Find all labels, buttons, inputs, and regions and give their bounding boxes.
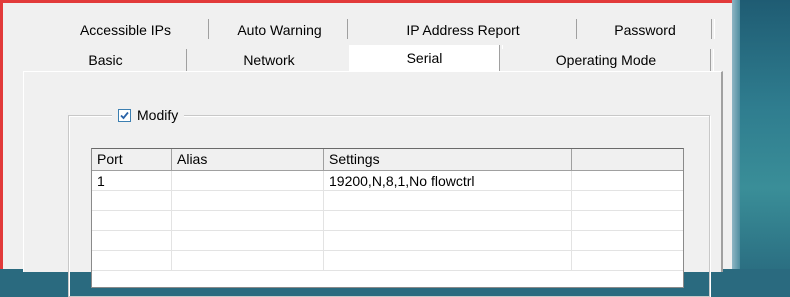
column-header-extra[interactable] [572,149,683,171]
table-cell-settings[interactable]: 19200,N,8,1,No flowctrl [324,171,572,191]
tab-accessible-ips[interactable]: Accessible IPs [43,19,208,41]
table-cell-alias[interactable] [172,171,324,191]
empty-cell [172,231,324,251]
tab-divider [710,49,714,71]
desktop-background [732,0,790,269]
column-header-settings[interactable]: Settings [324,149,572,171]
empty-cell [572,211,683,231]
empty-cell [172,211,324,231]
tab-label: Accessible IPs [79,22,172,38]
empty-cell [324,251,572,271]
empty-cell [324,211,572,231]
tab-label: Operating Mode [555,52,657,68]
empty-cell [572,191,683,211]
column-header-port[interactable]: Port [92,149,172,171]
tab-label: Basic [88,52,123,68]
tab-password[interactable]: Password [579,19,711,41]
column-label: Alias [177,151,208,167]
window-edge [732,0,740,269]
tab-label: IP Address Report [406,22,520,38]
modify-checkbox-group[interactable]: Modify [112,107,185,123]
empty-cell [92,231,172,251]
tab-label: Auto Warning [237,22,322,38]
empty-cell [92,191,172,211]
tab-ip-address-report[interactable]: IP Address Report [350,19,576,41]
checkmark-icon [120,111,129,119]
settings-dialog: Accessible IPs Auto Warning IP Address R… [0,0,732,297]
empty-cell [572,251,683,271]
tab-panel-serial: Modify Port Alias Settings 1 19200,N,8,1… [23,71,723,297]
tab-auto-warning[interactable]: Auto Warning [211,19,348,41]
table-cell-extra[interactable] [572,171,683,191]
column-label: Port [97,151,123,167]
tab-basic[interactable]: Basic [23,49,188,71]
modify-checkbox[interactable] [118,108,131,122]
column-header-alias[interactable]: Alias [172,149,324,171]
empty-cell [92,251,172,271]
tab-serial[interactable]: Serial [349,45,499,71]
tab-divider [711,19,715,39]
serial-port-table[interactable]: Port Alias Settings 1 19200,N,8,1,No flo… [91,148,684,288]
tab-operating-mode[interactable]: Operating Mode [502,49,710,71]
empty-cell [172,191,324,211]
empty-cell [172,251,324,271]
empty-cell [324,191,572,211]
tab-network[interactable]: Network [189,49,349,71]
table-cell-port[interactable]: 1 [92,171,172,191]
modify-label: Modify [137,107,179,123]
tab-label: Password [614,22,676,38]
column-label: Settings [329,151,380,167]
empty-cell [572,231,683,251]
tab-label: Network [243,52,295,68]
tab-label: Serial [406,50,443,66]
empty-cell [324,231,572,251]
empty-cell [92,211,172,231]
